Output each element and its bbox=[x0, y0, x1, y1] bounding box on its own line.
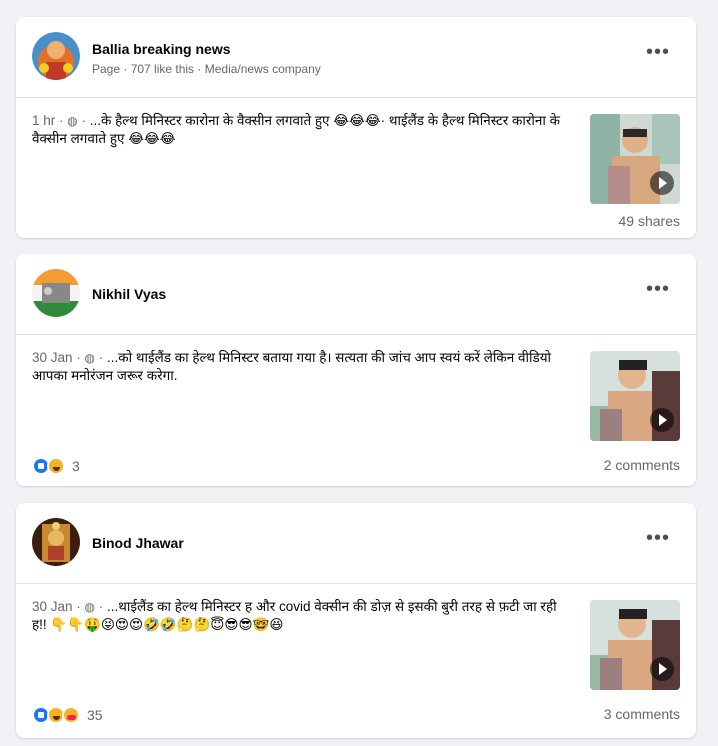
more-options-icon[interactable]: ••• bbox=[646, 279, 670, 299]
globe-icon: ◍ bbox=[84, 351, 96, 365]
avatar[interactable] bbox=[32, 32, 80, 80]
play-icon bbox=[650, 657, 674, 681]
author-name[interactable]: Ballia breaking news bbox=[92, 41, 231, 57]
post-text: 1 hr · ◍ · ...के हैल्थ मिनिस्टर कारोना क… bbox=[32, 113, 561, 146]
post-card: Nikhil Vyas ••• 30 Jan · ◍ · ...को थाईलै… bbox=[16, 254, 696, 486]
reactions-summary[interactable]: 35 bbox=[32, 706, 103, 724]
author-name[interactable]: Binod Jhawar bbox=[92, 535, 184, 551]
globe-icon: ◍ bbox=[67, 114, 78, 128]
post-text: 30 Jan · ◍ · ...को थाईलैंड का हेल्थ मिनि… bbox=[32, 350, 552, 383]
post-header: Nikhil Vyas ••• bbox=[16, 254, 696, 335]
post-timestamp[interactable]: 30 Jan bbox=[32, 599, 73, 614]
post-snippet: ...के हैल्थ मिनिस्टर कारोना के वैक्सीन ल… bbox=[32, 113, 561, 146]
post-header: Binod Jhawar ••• bbox=[16, 503, 696, 584]
play-icon bbox=[650, 171, 674, 195]
care-reaction-icon bbox=[62, 706, 80, 724]
video-thumbnail[interactable] bbox=[590, 351, 680, 441]
play-icon bbox=[650, 408, 674, 432]
avatar[interactable] bbox=[32, 518, 80, 566]
post-header: Ballia breaking news Page · 707 like thi… bbox=[16, 17, 696, 98]
avatar[interactable] bbox=[32, 269, 80, 317]
reaction-count: 35 bbox=[87, 707, 103, 723]
video-thumbnail[interactable] bbox=[590, 114, 680, 204]
author-name[interactable]: Nikhil Vyas bbox=[92, 286, 166, 302]
shares-count[interactable]: 49 shares bbox=[619, 213, 680, 229]
reactions-summary[interactable]: 3 bbox=[32, 457, 80, 475]
post-card: Ballia breaking news Page · 707 like thi… bbox=[16, 17, 696, 238]
post-card: Binod Jhawar ••• 30 Jan · ◍ · ...थाईलैंड… bbox=[16, 503, 696, 738]
author-meta: Page · 707 like this · Media/news compan… bbox=[92, 62, 321, 76]
video-thumbnail[interactable] bbox=[590, 600, 680, 690]
reaction-count: 3 bbox=[72, 458, 80, 474]
haha-reaction-icon bbox=[47, 457, 65, 475]
more-options-icon[interactable]: ••• bbox=[646, 528, 670, 548]
post-snippet: ...को थाईलैंड का हेल्थ मिनिस्टर बताया गय… bbox=[32, 350, 552, 383]
comments-count[interactable]: 3 comments bbox=[604, 706, 680, 722]
comments-count[interactable]: 2 comments bbox=[604, 457, 680, 473]
more-options-icon[interactable]: ••• bbox=[646, 42, 670, 62]
post-snippet: ...थाईलैंड का हेल्थ मिनिस्टर ह और covid … bbox=[32, 599, 557, 632]
post-timestamp[interactable]: 30 Jan bbox=[32, 350, 73, 365]
post-text: 30 Jan · ◍ · ...थाईलैंड का हेल्थ मिनिस्ट… bbox=[32, 599, 557, 632]
post-timestamp[interactable]: 1 hr bbox=[32, 113, 55, 128]
globe-icon: ◍ bbox=[84, 600, 96, 614]
